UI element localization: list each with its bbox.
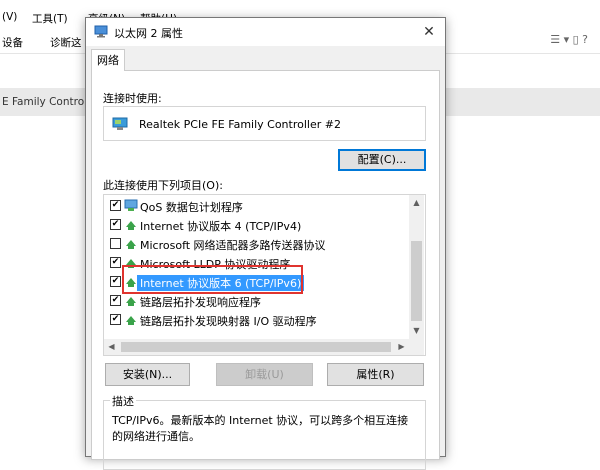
list-item-lltd-responder[interactable]: ✔ 链路层拓扑发现响应程序 — [104, 292, 410, 310]
bg-menu-tools[interactable]: 工具(T) — [32, 11, 68, 26]
item-label: Microsoft 网络适配器多路传送器协议 — [140, 239, 326, 252]
checkbox[interactable]: ✔ — [110, 219, 121, 230]
item-label: QoS 数据包计划程序 — [140, 201, 243, 214]
uninstall-button[interactable]: 卸载(U) — [216, 363, 313, 386]
bg-tool-devices[interactable]: 设备 — [2, 35, 23, 50]
network-adapter-icon — [94, 25, 108, 38]
close-button[interactable]: ✕ — [415, 18, 443, 46]
bg-tool-diagnose[interactable]: 诊断这 — [50, 35, 82, 50]
scroll-right-icon[interactable]: ▶ — [394, 339, 409, 355]
description-title: 描述 — [110, 393, 136, 409]
view-options-icon[interactable]: ☰ ▾ ▯ ? — [550, 33, 588, 46]
install-button[interactable]: 安装(N)... — [105, 363, 190, 386]
bg-adapter-label: E Family Contro — [2, 96, 85, 108]
tab-network[interactable]: 网络 — [91, 49, 125, 71]
protocol-icon — [126, 297, 136, 306]
protocol-icon — [126, 240, 136, 249]
list-item-qos[interactable]: ✔ QoS 数据包计划程序 — [104, 197, 410, 215]
qos-icon — [124, 199, 138, 211]
checkbox[interactable]: ✔ — [110, 276, 121, 287]
protocol-icon — [126, 221, 136, 230]
checkbox[interactable] — [110, 238, 121, 249]
network-card-icon — [112, 117, 128, 130]
protocol-icon — [126, 316, 136, 325]
bg-menu-view[interactable]: (V) — [2, 11, 17, 23]
hscroll-thumb[interactable] — [121, 342, 391, 352]
scroll-up-icon[interactable]: ▲ — [409, 195, 424, 210]
checkbox[interactable]: ✔ — [110, 200, 121, 211]
list-item-ipv4[interactable]: ✔ Internet 协议版本 4 (TCP/IPv4) — [104, 216, 410, 234]
items-label: 此连接使用下列项目(O): — [103, 179, 223, 192]
list-item-multiplexor[interactable]: Microsoft 网络适配器多路传送器协议 — [104, 235, 410, 253]
scroll-left-icon[interactable]: ◀ — [104, 339, 119, 355]
item-label: 链路层拓扑发现响应程序 — [140, 296, 261, 309]
scroll-thumb[interactable] — [411, 241, 422, 321]
horizontal-scrollbar[interactable]: ◀ ▶ — [104, 339, 409, 355]
properties-dialog: 以太网 2 属性 ✕ 网络 连接时使用: Realtek PCIe FE Fam… — [85, 17, 446, 470]
checkbox[interactable]: ✔ — [110, 295, 121, 306]
properties-button[interactable]: 属性(R) — [327, 363, 424, 386]
item-label: 链路层拓扑发现映射器 I/O 驱动程序 — [140, 315, 317, 328]
red-highlight-box — [122, 265, 303, 294]
adapter-name: Realtek PCIe FE Family Controller #2 — [139, 118, 341, 131]
connect-using-label: 连接时使用: — [103, 92, 162, 105]
vertical-scrollbar[interactable]: ▲ ▼ — [409, 195, 424, 355]
description-text: TCP/IPv6。最新版本的 Internet 协议，可以跨多个相互连接的网络进… — [112, 414, 409, 443]
dialog-titlebar[interactable]: 以太网 2 属性 ✕ — [86, 18, 445, 46]
list-item-lltd-mapper[interactable]: ✔ 链路层拓扑发现映射器 I/O 驱动程序 — [104, 311, 410, 329]
configure-button[interactable]: 配置(C)... — [338, 149, 426, 171]
item-label: Internet 协议版本 4 (TCP/IPv4) — [140, 220, 302, 233]
checkbox[interactable]: ✔ — [110, 314, 121, 325]
adapter-display: Realtek PCIe FE Family Controller #2 — [103, 106, 426, 141]
scroll-down-icon[interactable]: ▼ — [409, 323, 424, 338]
checkbox[interactable]: ✔ — [110, 257, 121, 268]
dialog-title: 以太网 2 属性 — [114, 27, 183, 40]
